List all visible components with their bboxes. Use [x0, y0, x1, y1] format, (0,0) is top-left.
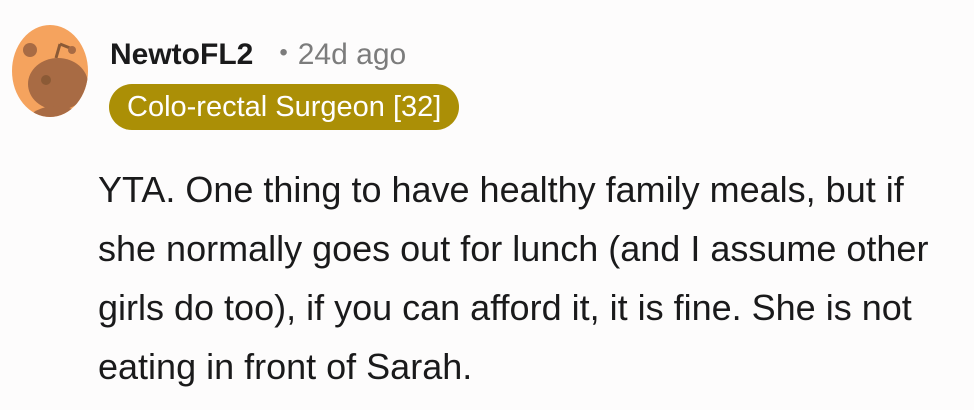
timestamp-link[interactable]: 24d ago	[298, 38, 406, 72]
comment-text: YTA. One thing to have healthy family me…	[98, 169, 929, 387]
comment: NewtoFL2 • 24d ago Colo-rectal Surgeon […	[0, 0, 974, 410]
separator-dot: •	[279, 39, 288, 66]
username-link[interactable]: NewtoFL2	[110, 38, 253, 72]
comment-body: YTA. One thing to have healthy family me…	[98, 160, 964, 396]
comment-header: NewtoFL2 • 24d ago	[110, 38, 406, 72]
user-flair-badge: Colo-rectal Surgeon [32]	[109, 84, 460, 130]
reddit-snoo-avatar-icon[interactable]	[12, 22, 88, 118]
